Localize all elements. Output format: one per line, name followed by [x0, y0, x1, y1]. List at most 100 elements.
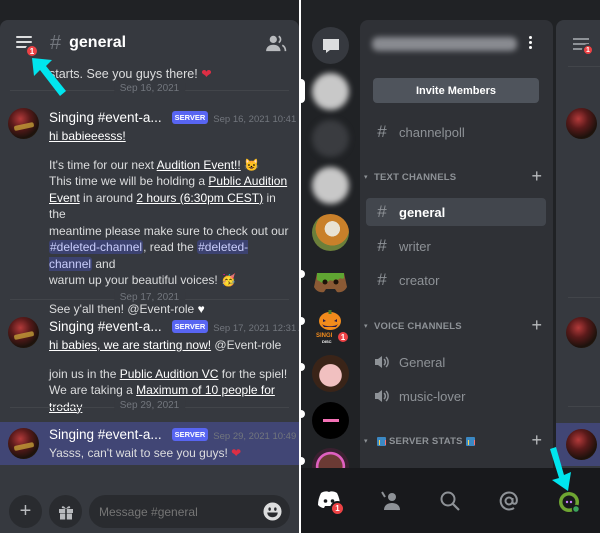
date-divider: Sep 16, 2021 — [10, 83, 289, 94]
link[interactable]: Event — [49, 191, 80, 205]
more-options-icon[interactable] — [528, 36, 534, 52]
server-tag: SERVER — [171, 428, 209, 441]
link[interactable]: hi babieeesss! — [49, 129, 126, 143]
message-item: Singing #event-a... SERVER Sep 17, 2021 … — [0, 311, 299, 414]
hash-icon: # — [377, 236, 387, 255]
selected-server-indicator — [301, 79, 305, 103]
speaker-icon — [375, 356, 389, 368]
friends-icon — [381, 491, 400, 510]
invite-members-button[interactable]: Invite Members — [373, 78, 539, 103]
server-tag: SERVER — [171, 320, 209, 333]
avatar[interactable] — [8, 428, 39, 459]
notification-badge: 1 — [330, 501, 345, 516]
hash-icon: # — [377, 122, 387, 141]
channel-list-panel: Invite Members # channelpoll ▾ TEXT CHAN… — [360, 20, 553, 468]
timestamp: Sep 17, 2021 12:31 AM — [213, 323, 299, 334]
message-input[interactable] — [89, 495, 290, 528]
menu-icon[interactable]: 1 — [573, 38, 594, 56]
unread-indicator — [301, 363, 305, 371]
link[interactable]: 2 hours (6:30pm CEST) — [136, 191, 263, 205]
chevron-down-icon: ▾ — [364, 174, 368, 181]
channel-item-general[interactable]: # general — [366, 198, 546, 226]
server-icon-blurred[interactable] — [312, 120, 349, 157]
server-icon-blurred[interactable] — [312, 167, 349, 204]
add-channel-icon[interactable]: + — [531, 166, 542, 187]
server-icon-dog[interactable] — [312, 214, 349, 251]
user-avatar-icon — [559, 492, 581, 514]
bottom-tab-bar: 1 — [301, 468, 600, 533]
chat-view: 1 # general starts. See you guys there! … — [0, 20, 299, 533]
link[interactable]: Audition Event!! — [157, 158, 241, 172]
tab-friends[interactable] — [379, 490, 403, 514]
add-channel-icon[interactable]: + — [531, 430, 542, 451]
menu-icon[interactable]: 1 — [16, 36, 39, 58]
author-name[interactable]: Singing #event-a... — [49, 110, 162, 125]
search-icon — [440, 491, 460, 511]
chat-header: 1 # general — [0, 20, 299, 66]
server-drawer-screen: SINGI DISC 1 Invite Members # channelpol… — [301, 0, 600, 533]
server-name-blurred[interactable] — [372, 37, 517, 51]
unread-indicator — [301, 457, 305, 465]
link[interactable]: Public Audition — [208, 174, 287, 188]
channel-mention[interactable]: #deleted-channel — [49, 240, 144, 254]
channel-item-channelpoll[interactable]: # channelpoll — [366, 118, 546, 146]
tab-mentions[interactable] — [498, 490, 522, 514]
date-divider: Sep 17, 2021 — [10, 292, 289, 303]
server-icon-pumpkin[interactable]: SINGI DISC 1 — [312, 308, 350, 345]
voice-channel-general[interactable]: General — [366, 348, 546, 376]
channel-item-creator[interactable]: # creator — [366, 266, 546, 294]
message-composer: + — [0, 490, 299, 533]
members-icon[interactable] — [265, 34, 287, 52]
chart-emoji-icon — [377, 436, 386, 446]
timestamp: Sep 29, 2021 10:49 PM — [213, 431, 299, 442]
tab-home[interactable]: 1 — [317, 490, 345, 516]
server-icon-blurred[interactable] — [312, 73, 349, 110]
server-tag: SERVER — [171, 111, 209, 124]
link[interactable]: Public Audition VC — [120, 367, 219, 381]
plus-icon: + — [19, 500, 32, 522]
avatar — [566, 317, 597, 348]
add-attachment-button[interactable]: + — [9, 495, 42, 528]
author-name[interactable]: Singing #event-a... — [49, 319, 162, 334]
svg-text:DISC: DISC — [322, 339, 332, 344]
avatar[interactable] — [8, 317, 39, 348]
avatar — [566, 108, 597, 139]
heart-emoji: ❤ — [231, 446, 242, 460]
server-icon-blackpink[interactable] — [312, 402, 349, 439]
add-channel-icon[interactable]: + — [531, 315, 542, 336]
chat-peek[interactable]: 1 — [556, 20, 600, 468]
chat-bubble-icon — [322, 38, 339, 53]
date-divider: Sep 29, 2021 — [10, 400, 289, 411]
category-text-channels[interactable]: ▾ TEXT CHANNELS + — [364, 166, 548, 187]
server-icon-character[interactable] — [312, 355, 349, 392]
emoji-picker-icon[interactable] — [263, 502, 282, 521]
channel-item-writer[interactable]: # writer — [366, 232, 546, 260]
chart-emoji-icon — [465, 436, 475, 446]
previous-message-text: starts. See you guys there! ❤ — [49, 67, 212, 81]
chat-screen: 1 # general starts. See you guys there! … — [0, 0, 299, 533]
avatar[interactable] — [8, 108, 39, 139]
message-item: Singing #event-a... SERVER Sep 16, 2021 … — [0, 104, 299, 316]
avatar — [566, 429, 597, 460]
unread-indicator — [301, 410, 305, 418]
category-voice-channels[interactable]: ▾ VOICE CHANNELS + — [364, 315, 548, 336]
hash-icon: # — [377, 202, 387, 221]
notification-badge: 1 — [582, 44, 594, 56]
tab-profile[interactable] — [557, 490, 581, 514]
voice-channel-music-lover[interactable]: music-lover — [366, 382, 546, 410]
hash-icon: # — [377, 270, 387, 289]
direct-messages-button[interactable] — [312, 27, 349, 64]
at-sign-icon — [499, 491, 518, 511]
server-icon-discord-green[interactable] — [312, 261, 349, 298]
tab-search[interactable] — [439, 490, 463, 514]
role-mention[interactable]: @Event-role — [211, 338, 281, 352]
gift-button[interactable] — [49, 495, 82, 528]
speaker-icon — [375, 390, 389, 402]
unread-indicator — [301, 270, 305, 278]
message-item: Singing #event-a... SERVER Sep 29, 2021 … — [0, 422, 299, 465]
heart-emoji: ❤ — [201, 67, 212, 81]
author-name[interactable]: Singing #event-a... — [49, 427, 162, 442]
link[interactable]: hi babies, we are starting now! — [49, 338, 211, 352]
cat-emoji: 😺 — [244, 157, 260, 172]
category-server-stats[interactable]: ▾ SERVER STATS + — [364, 430, 548, 451]
